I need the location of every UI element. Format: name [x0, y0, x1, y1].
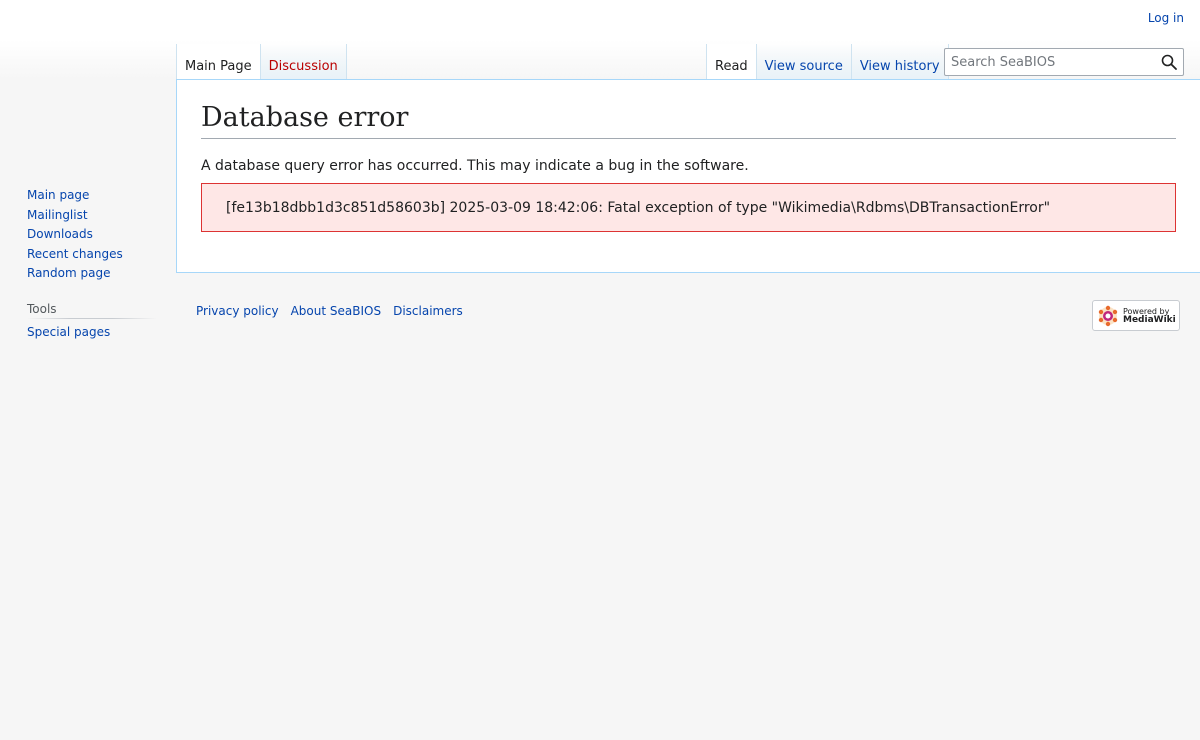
page: Log in Main Page Discussion Read View so…: [0, 0, 1200, 740]
tab-main-page[interactable]: Main Page: [176, 44, 261, 80]
sidebar-link-main-page[interactable]: Main page: [27, 188, 89, 202]
search-icon[interactable]: [1161, 54, 1177, 70]
sidebar: Main page Mailinglist Downloads Recent c…: [27, 186, 157, 342]
sidebar-item-special-pages: Special pages: [27, 323, 157, 343]
error-message: [fe13b18dbb1d3c851d58603b] 2025-03-09 18…: [226, 199, 1051, 216]
namespace-tabs: Main Page Discussion: [176, 44, 347, 80]
tab-main-page-label[interactable]: Main Page: [185, 59, 252, 74]
sidebar-item-recent-changes: Recent changes: [27, 245, 157, 265]
tab-view-source-label[interactable]: View source: [765, 59, 843, 74]
mediawiki-logo-icon: [1098, 305, 1118, 326]
tab-discussion[interactable]: Discussion: [260, 44, 347, 80]
error-intro-text: A database query error has occurred. Thi…: [201, 158, 749, 174]
sidebar-item-main-page: Main page: [27, 186, 157, 206]
sidebar-link-recent-changes[interactable]: Recent changes: [27, 247, 123, 261]
login-link[interactable]: Log in: [1148, 11, 1184, 25]
sidebar-link-mailinglist[interactable]: Mailinglist: [27, 208, 88, 222]
sidebar-item-random-page: Random page: [27, 264, 157, 284]
footer-link-disclaimers[interactable]: Disclaimers: [393, 304, 463, 318]
search-box: [944, 48, 1184, 76]
page-title: Database error: [201, 100, 1176, 139]
personal-tools: Log in: [1148, 11, 1184, 25]
footer-links: Privacy policy About SeaBIOS Disclaimers: [196, 304, 463, 318]
sidebar-link-random-page[interactable]: Random page: [27, 266, 110, 280]
powered-by-text: Powered by MediaWiki: [1123, 307, 1176, 325]
search-input[interactable]: [945, 49, 1157, 75]
tab-view-history-label[interactable]: View history: [860, 59, 940, 74]
sidebar-link-special-pages[interactable]: Special pages: [27, 325, 110, 339]
content-area: Database error A database query error ha…: [176, 79, 1200, 273]
navigation-list: Main page Mailinglist Downloads Recent c…: [27, 186, 157, 284]
footer-link-about[interactable]: About SeaBIOS: [291, 304, 381, 318]
tab-discussion-label[interactable]: Discussion: [269, 59, 338, 74]
view-tabs: Read View source View history: [706, 44, 949, 80]
tab-view-source[interactable]: View source: [756, 44, 852, 80]
error-box: [fe13b18dbb1d3c851d58603b] 2025-03-09 18…: [201, 183, 1176, 232]
powered-by-mediawiki-badge[interactable]: Powered by MediaWiki: [1092, 300, 1180, 331]
tools-heading: Tools: [27, 301, 157, 319]
sidebar-link-downloads[interactable]: Downloads: [27, 227, 93, 241]
tab-read[interactable]: Read: [706, 44, 757, 80]
sidebar-item-downloads: Downloads: [27, 225, 157, 245]
sidebar-item-mailinglist: Mailinglist: [27, 206, 157, 226]
powered-by-big: MediaWiki: [1123, 314, 1176, 325]
tab-read-label[interactable]: Read: [715, 59, 748, 74]
tools-list: Special pages: [27, 323, 157, 343]
footer-link-privacy-policy[interactable]: Privacy policy: [196, 304, 279, 318]
tab-view-history[interactable]: View history: [851, 44, 949, 80]
